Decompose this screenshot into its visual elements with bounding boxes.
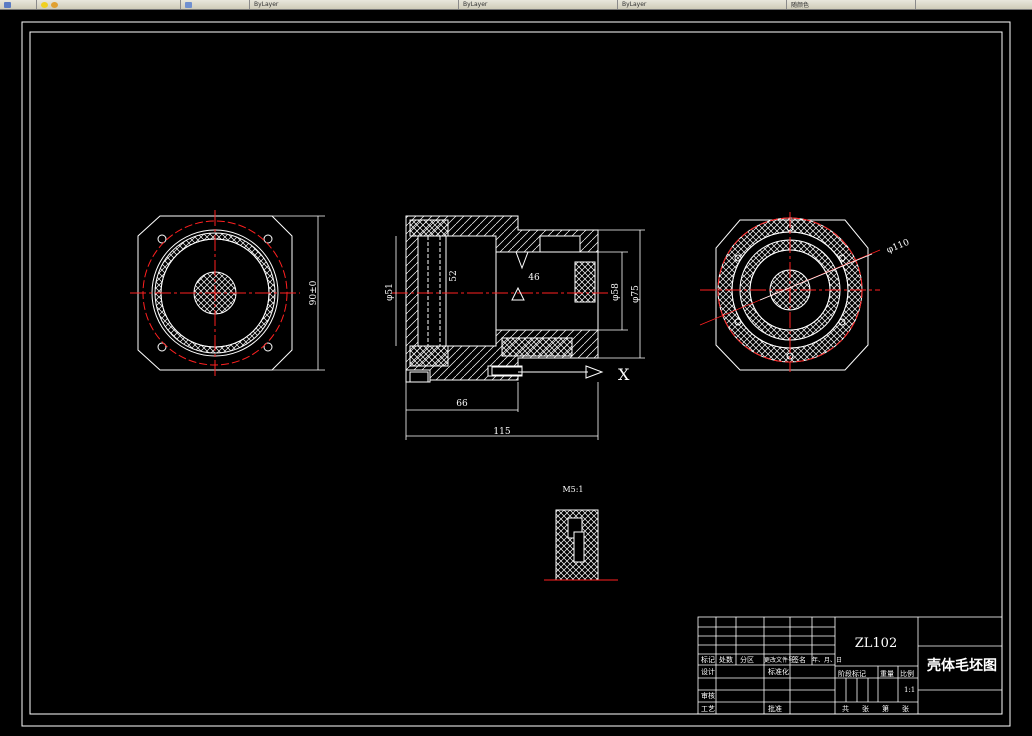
tb-date: 年、月、日 bbox=[812, 656, 842, 664]
layer-tools-icon bbox=[185, 1, 192, 8]
properties-toolbar: ByLayer ByLayer ByLayer 随颜色 bbox=[0, 0, 1032, 10]
tb-designer: 设计 bbox=[701, 667, 715, 676]
lightbulb-icon bbox=[41, 1, 48, 8]
dim-dia-75: φ75 bbox=[631, 285, 641, 303]
dim-bore-52: 52 bbox=[449, 270, 459, 281]
layer-tools[interactable] bbox=[181, 0, 250, 9]
color-control[interactable]: ByLayer bbox=[250, 0, 459, 9]
dim-len-66: 66 bbox=[456, 399, 468, 409]
detail-view bbox=[555, 509, 599, 581]
tb-approve: 批准 bbox=[768, 704, 782, 713]
dim-left-height: 90±0 bbox=[309, 280, 319, 305]
tb-review: 审核 bbox=[701, 691, 715, 700]
tb-change-doc: 更改文件号 bbox=[764, 656, 794, 664]
tb-sheet: 张 bbox=[862, 704, 869, 713]
tb-standardize: 标准化 bbox=[768, 667, 789, 676]
axis-x-label: X bbox=[618, 365, 630, 384]
drawing-name: 壳体毛坯图 bbox=[926, 657, 997, 674]
dim-len-115: 115 bbox=[493, 427, 510, 437]
dim-bore-46: 46 bbox=[528, 273, 540, 283]
tb-sheets-total: 共 bbox=[842, 704, 849, 713]
tb-weight: 重量 bbox=[880, 670, 894, 678]
dim-right-dia: φ110 bbox=[885, 238, 911, 256]
dim-bore-51: φ51 bbox=[385, 283, 395, 301]
tb-ratio: 比例 bbox=[900, 669, 914, 678]
tb-stage-mark: 阶段标记 bbox=[838, 669, 866, 678]
tb-scale-value: 1:1 bbox=[904, 686, 915, 694]
layer-icon bbox=[4, 1, 11, 8]
material-label: ZL102 bbox=[855, 636, 897, 651]
lineweight-control[interactable]: ByLayer bbox=[618, 0, 787, 9]
layer-state[interactable] bbox=[37, 0, 181, 9]
drawing-canvas[interactable]: 90±0 X φ75 φ58 φ51 52 46 66 115 φ110 M5:… bbox=[0, 10, 1032, 736]
right-view bbox=[715, 217, 869, 371]
tb-zone: 分区 bbox=[740, 655, 754, 664]
tb-process: 工艺 bbox=[701, 705, 715, 713]
tb-sheet-no: 第 bbox=[882, 704, 889, 713]
plotstyle-control[interactable]: 随颜色 bbox=[787, 0, 916, 9]
dim-dia-58: φ58 bbox=[611, 283, 621, 301]
layer-control[interactable] bbox=[0, 0, 37, 9]
tb-count: 处数 bbox=[719, 655, 733, 664]
section-view bbox=[405, 215, 599, 383]
tb-marks: 标记 bbox=[701, 655, 715, 664]
tb-sheet-unit: 张 bbox=[902, 704, 909, 713]
sun-icon bbox=[51, 1, 58, 8]
detail-scale-label: M5:1 bbox=[562, 485, 583, 494]
tb-signature: 签名 bbox=[792, 655, 806, 664]
linetype-control[interactable]: ByLayer bbox=[459, 0, 618, 9]
title-block-text: 标记 处数 分区 更改文件号 签名 年、月、日 设计 标准化 审核 工艺 批准 … bbox=[701, 655, 915, 713]
